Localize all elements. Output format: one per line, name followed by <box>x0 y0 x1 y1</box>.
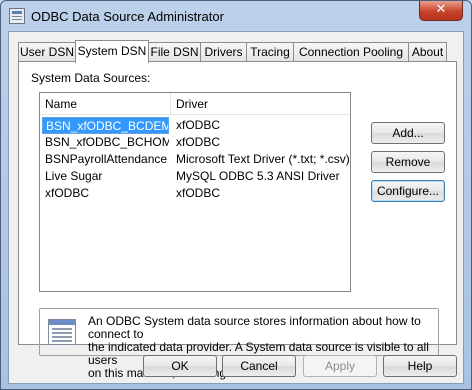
column-header-driver[interactable]: Driver <box>171 93 350 115</box>
list-item[interactable]: Live Sugar MySQL ODBC 5.3 ANSI Driver <box>40 168 350 185</box>
window-title: ODBC Data Source Administrator <box>31 9 224 24</box>
cancel-button[interactable]: Cancel <box>222 355 296 377</box>
column-header-name[interactable]: Name <box>40 93 171 115</box>
odbc-admin-window: ODBC Data Source Administrator ✕ User DS… <box>0 0 472 390</box>
tab-drivers[interactable]: Drivers <box>200 42 247 62</box>
dialog-client-area: User DSN System DSN File DSN Drivers Tra… <box>8 31 464 384</box>
tab-connection-pooling[interactable]: Connection Pooling <box>293 42 409 62</box>
app-icon <box>9 8 25 24</box>
list-item-name: xfODBC <box>45 186 90 200</box>
system-dsn-panel: System Data Sources: Name Driver BSN_xfO… <box>18 61 457 380</box>
remove-button[interactable]: Remove <box>371 151 445 173</box>
tab-file-dsn[interactable]: File DSN <box>148 42 201 62</box>
list-item-name: Live Sugar <box>45 169 103 183</box>
list-item[interactable]: BSNPayrollAttendance Microsoft Text Driv… <box>40 151 350 168</box>
list-item-driver: xfODBC <box>176 186 221 200</box>
list-item-name: BSN_xfODBC_BCDEMO <box>42 117 169 134</box>
list-item-driver: Microsoft Text Driver (*.txt; *.csv) <box>176 152 349 166</box>
system-data-sources-label: System Data Sources: <box>31 71 151 85</box>
list-item-driver: MySQL ODBC 5.3 ANSI Driver <box>176 169 340 183</box>
list-item-name: BSN_xfODBC_BCHOMES <box>45 135 169 149</box>
list-item-driver: xfODBC <box>176 135 221 149</box>
ok-button[interactable]: OK <box>143 355 217 377</box>
add-button[interactable]: Add... <box>371 122 445 144</box>
data-sources-list[interactable]: Name Driver BSN_xfODBC_BCDEMO xfODBC BSN… <box>39 92 351 292</box>
list-item-name: BSNPayrollAttendance <box>45 152 168 166</box>
help-button[interactable]: Help <box>383 355 457 377</box>
title-bar[interactable]: ODBC Data Source Administrator ✕ <box>1 1 471 31</box>
tab-tracing[interactable]: Tracing <box>246 42 294 62</box>
list-item[interactable]: BSN_xfODBC_BCHOMES xfODBC <box>40 134 350 151</box>
list-header: Name Driver <box>40 93 350 115</box>
info-box: An ODBC System data source stores inform… <box>39 308 439 380</box>
apply-button[interactable]: Apply <box>303 355 377 377</box>
close-button[interactable]: ✕ <box>419 1 463 21</box>
tab-user-dsn[interactable]: User DSN <box>18 42 76 62</box>
tab-about[interactable]: About <box>408 42 447 62</box>
list-item-driver: xfODBC <box>176 118 221 132</box>
info-line: An ODBC System data source stores inform… <box>88 314 421 341</box>
configure-button[interactable]: Configure... <box>371 180 445 202</box>
list-item[interactable]: BSN_xfODBC_BCDEMO xfODBC <box>40 117 350 134</box>
list-item[interactable]: xfODBC xfODBC <box>40 185 350 202</box>
tab-system-dsn[interactable]: System DSN <box>75 40 149 63</box>
database-icon <box>48 319 76 345</box>
